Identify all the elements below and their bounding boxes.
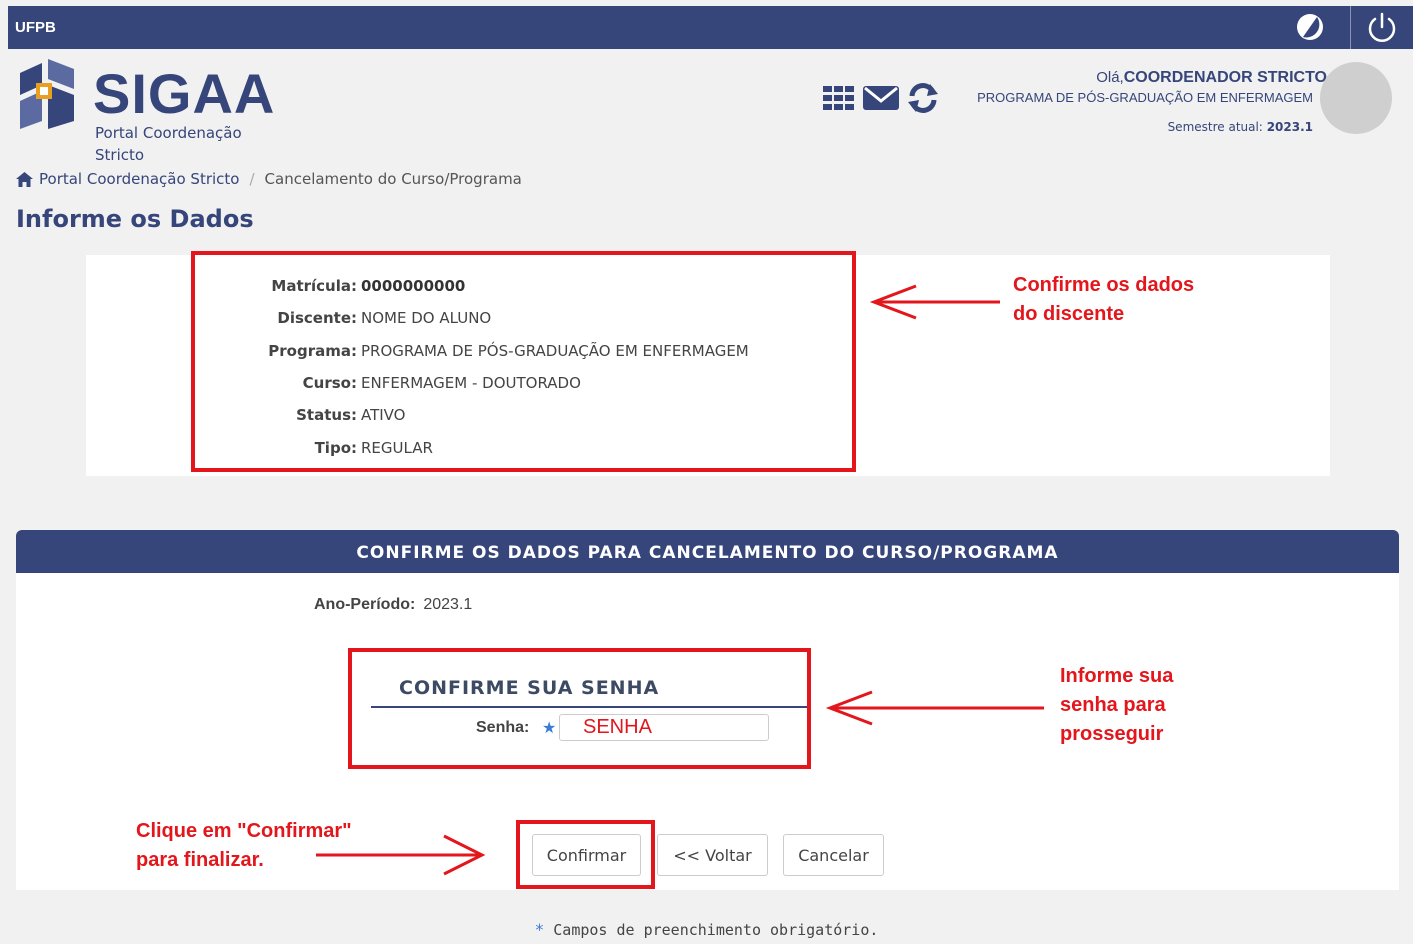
cancel-button[interactable]: Cancelar: [783, 834, 884, 876]
annotation-arrow-icon: [869, 284, 1000, 320]
logout-power-icon[interactable]: [1365, 11, 1399, 45]
annotation-line: Informe sua: [1060, 665, 1174, 687]
annotation-line: do discente: [1013, 303, 1125, 325]
back-button[interactable]: << Voltar: [657, 834, 768, 876]
program-name: PROGRAMA DE PÓS-GRADUAÇÃO EM ENFERMAGEM: [977, 90, 1313, 105]
current-semester: Semestre atual: 2023.1: [1168, 120, 1313, 134]
topbar-divider: [1350, 6, 1351, 49]
ano-periodo-value: 2023.1: [423, 596, 473, 613]
refresh-icon[interactable]: [906, 82, 940, 114]
breadcrumb-current: Cancelamento do Curso/Programa: [264, 170, 522, 188]
contrast-toggle-icon[interactable]: [1295, 12, 1325, 42]
footnote-text: Campos de preenchimento obrigatório.: [553, 921, 879, 939]
portal-subtitle: Portal Coordenação Stricto: [95, 124, 242, 164]
semester-value: 2023.1: [1266, 120, 1313, 134]
annotation-line: prosseguir: [1060, 723, 1164, 745]
page-title: Informe os Dados: [16, 205, 254, 233]
top-bar: UFPB: [8, 6, 1413, 49]
highlight-student-data: [191, 251, 856, 472]
greeting-prefix: Olá,: [1096, 69, 1124, 86]
highlight-password: [348, 648, 811, 769]
mail-icon[interactable]: [862, 84, 900, 112]
annotation-line: senha para: [1060, 694, 1166, 716]
annotation-arrow-icon: [316, 834, 486, 876]
user-name[interactable]: COORDENADOR STRICTO: [1124, 69, 1327, 86]
form-header: CONFIRME OS DADOS PARA CANCELAMENTO DO C…: [16, 530, 1399, 573]
annotation-line: Confirme os dados: [1013, 274, 1195, 296]
annotation-arrow-icon: [825, 690, 1044, 726]
annotation-confirm-data: Confirme os dados do discente: [1013, 271, 1194, 329]
required-fields-footnote: * Campos de preenchimento obrigatório.: [0, 920, 1413, 939]
breadcrumb: Portal Coordenação Stricto / Cancelament…: [16, 170, 522, 188]
required-star-icon: *: [534, 920, 545, 939]
user-greeting: Olá,COORDENADOR STRICTO: [1096, 69, 1327, 87]
semester-label: Semestre atual:: [1167, 120, 1263, 134]
sigaa-logo-icon[interactable]: [16, 55, 80, 135]
highlight-confirm-button: [516, 820, 655, 889]
avatar[interactable]: [1320, 62, 1392, 134]
annotation-inform-password: Informe sua senha para prosseguir: [1060, 662, 1173, 749]
ano-periodo-label: Ano-Período:: [314, 596, 416, 613]
logo-text: SIGAA: [93, 62, 276, 125]
home-icon[interactable]: [16, 171, 33, 187]
institution-name: UFPB: [15, 19, 56, 36]
apps-grid-icon[interactable]: [822, 84, 856, 112]
breadcrumb-home-link[interactable]: Portal Coordenação Stricto: [39, 170, 239, 188]
breadcrumb-separator: /: [249, 170, 255, 188]
ano-periodo-row: Ano-Período: 2023.1: [314, 596, 472, 614]
